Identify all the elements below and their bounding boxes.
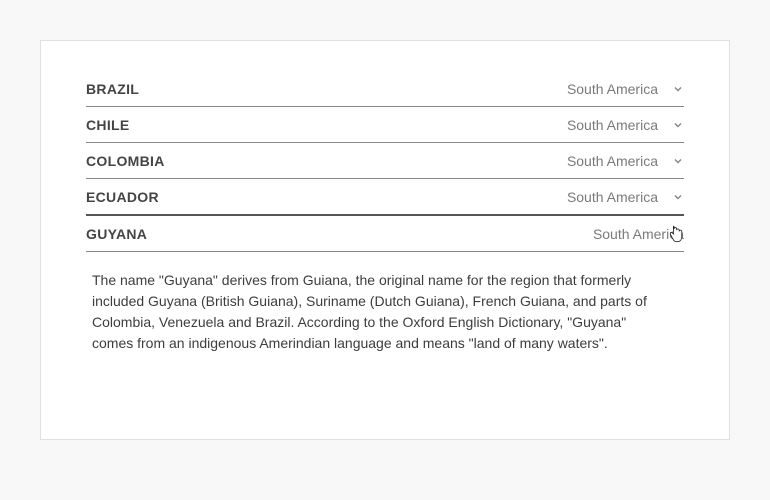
chevron-down-icon <box>672 83 684 95</box>
accordion-header[interactable]: ECUADOR South America <box>86 179 684 214</box>
app-frame: BRAZIL South America CHILE South America… <box>40 40 730 440</box>
chevron-down-icon <box>672 119 684 131</box>
accordion-title: CHILE <box>86 117 130 133</box>
accordion-header[interactable]: COLOMBIA South America <box>86 143 684 178</box>
accordion-region: South America <box>567 81 658 97</box>
accordion-region: South America <box>593 226 684 242</box>
accordion-title: ECUADOR <box>86 189 159 205</box>
accordion-panel-guyana: The name "Guyana" derives from Guiana, t… <box>86 252 684 358</box>
accordion-region: South America <box>567 153 658 169</box>
chevron-down-icon <box>672 191 684 203</box>
accordion-header[interactable]: BRAZIL South America <box>86 71 684 106</box>
accordion-title: BRAZIL <box>86 81 139 97</box>
accordion-item-colombia: COLOMBIA South America <box>86 142 684 178</box>
accordion-item-guyana: GUYANA South America <box>86 214 684 252</box>
accordion-region: South America <box>567 117 658 133</box>
accordion-title: GUYANA <box>86 226 147 242</box>
accordion-region: South America <box>567 189 658 205</box>
accordion-item-brazil: BRAZIL South America <box>86 71 684 106</box>
countries-accordion: BRAZIL South America CHILE South America… <box>86 71 684 252</box>
accordion-title: COLOMBIA <box>86 153 165 169</box>
accordion-header[interactable]: GUYANA South America <box>86 216 684 251</box>
accordion-header[interactable]: CHILE South America <box>86 107 684 142</box>
accordion-item-chile: CHILE South America <box>86 106 684 142</box>
accordion-item-ecuador: ECUADOR South America <box>86 178 684 214</box>
chevron-down-icon <box>672 155 684 167</box>
accordion-description: The name "Guyana" derives from Guiana, t… <box>92 270 662 354</box>
